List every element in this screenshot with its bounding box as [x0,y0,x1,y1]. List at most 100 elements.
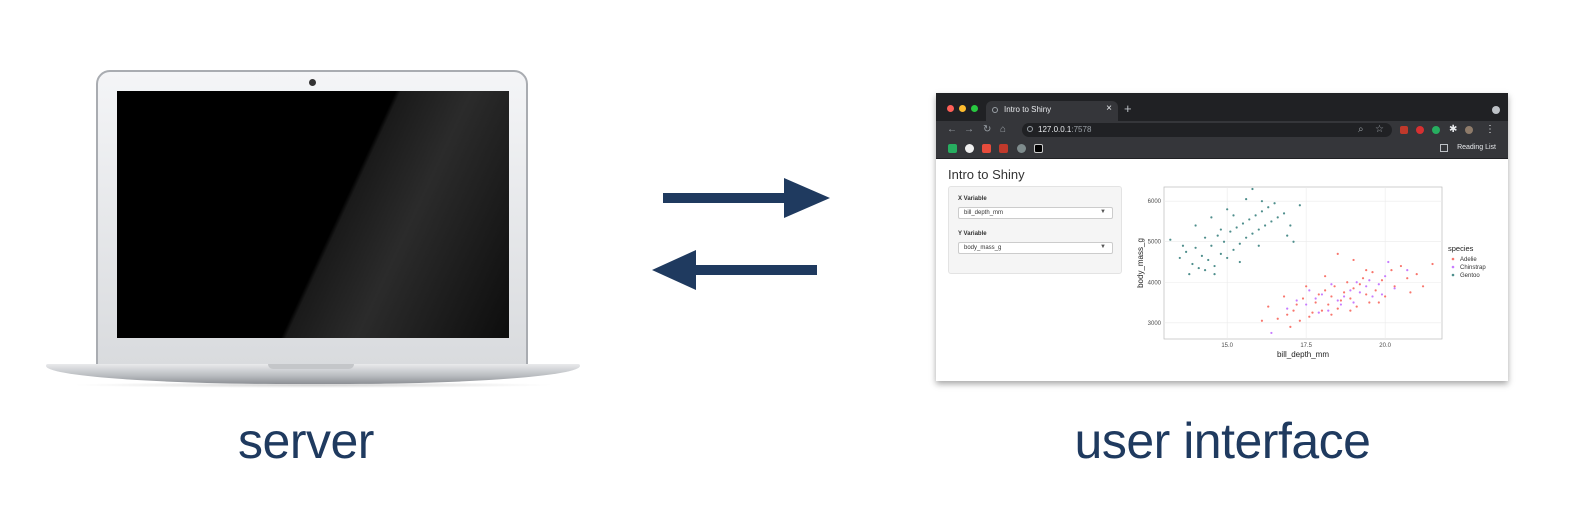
plot-panel [1163,186,1443,340]
bookmark-star-icon[interactable]: ☆ [1375,124,1384,136]
data-point-chinstrap [1365,285,1368,288]
data-point-gentoo [1213,264,1216,268]
bookmark-icon-dark-red[interactable] [999,144,1008,153]
data-point-gentoo [1216,234,1219,237]
data-point-adelie [1355,305,1358,308]
data-point-gentoo [1289,224,1292,227]
y-variable-select[interactable]: body_mass_g ▼ [958,242,1113,254]
puzzle-icon[interactable]: ✱ [1449,124,1457,136]
data-point-adelie [1393,285,1396,288]
data-point-gentoo [1298,204,1301,207]
data-point-gentoo [1226,256,1229,260]
data-point-adelie [1260,319,1264,322]
address-bar[interactable]: 127.0.0.1:7578 ⌕ ☆ [1022,123,1392,137]
extension-icon-1[interactable] [1400,126,1408,134]
new-tab-icon[interactable]: + [1124,102,1132,115]
extension-icon-2[interactable] [1416,126,1424,134]
data-point-adelie [1361,277,1365,280]
legend-title: species [1448,244,1474,253]
data-point-adelie [1276,317,1279,320]
bookmarks-bar: Reading List [936,139,1508,159]
data-point-gentoo [1248,218,1251,221]
data-point-chinstrap [1270,331,1273,335]
minimize-window-icon[interactable] [959,105,966,112]
zoom-icon[interactable]: ⌕ [1358,124,1364,136]
home-icon[interactable]: ⌂ [1000,124,1006,136]
data-point-chinstrap [1368,279,1371,282]
more-menu-icon[interactable]: ⋮ [1485,124,1495,136]
data-point-adelie [1295,303,1298,306]
bookmark-icon-b[interactable] [948,144,957,153]
legend-label-chinstrap: Chinstrap [1460,265,1486,271]
data-point-chinstrap [1317,311,1320,314]
chevron-down-icon: ▼ [1100,209,1106,215]
browser-tab-bar: Intro to Shiny × + [936,93,1508,121]
tab-title: Intro to Shiny [1004,105,1052,114]
data-point-chinstrap [1380,293,1384,296]
data-point-gentoo [1257,244,1260,247]
data-point-adelie [1301,297,1305,300]
data-point-adelie [1336,252,1339,255]
github-icon[interactable] [965,144,974,153]
data-point-gentoo [1203,236,1207,239]
data-point-gentoo [1229,230,1232,233]
sidebar-panel: X Variable bill_depth_mm ▼ Y Variable bo… [948,186,1122,274]
data-point-adelie [1406,277,1409,280]
bookmark-icon-arrow[interactable] [1034,144,1043,153]
data-point-chinstrap [1286,307,1289,310]
back-icon[interactable]: ← [947,124,957,136]
data-point-gentoo [1191,262,1194,266]
url-port: :7578 [1071,125,1092,134]
data-point-adelie [1352,287,1355,290]
profile-menu-icon[interactable] [1492,106,1500,114]
data-point-gentoo [1194,224,1197,227]
maximize-window-icon[interactable] [971,105,978,112]
browser-tab[interactable]: Intro to Shiny × [986,101,1118,121]
reload-icon[interactable]: ↻ [983,124,991,136]
data-point-gentoo [1276,216,1279,219]
data-point-adelie [1346,281,1349,284]
globe-icon [992,107,998,113]
close-window-icon[interactable] [947,105,954,112]
data-point-adelie [1371,271,1374,274]
server-caption: server [238,413,374,469]
avatar[interactable] [1465,126,1473,134]
data-point-adelie [1415,273,1418,276]
data-point-adelie [1314,301,1317,304]
data-point-gentoo [1207,258,1210,262]
data-point-gentoo [1241,222,1245,225]
info-icon[interactable] [1027,126,1033,132]
browser-window: Intro to Shiny × + ← → ↻ ⌂ 127.0.0.1:757… [936,93,1508,381]
data-point-gentoo [1219,228,1222,231]
forward-icon[interactable]: → [964,124,974,136]
data-point-gentoo [1210,244,1213,247]
data-point-gentoo [1219,252,1222,255]
data-point-adelie [1289,325,1292,328]
tab-close-icon[interactable]: × [1106,103,1112,114]
bookmark-icon-red[interactable] [982,144,991,153]
data-point-gentoo [1267,206,1270,209]
extension-icon-3[interactable] [1432,126,1440,134]
y-tick-label: 5000 [1148,240,1162,246]
x-variable-value: bill_depth_mm [964,210,1004,216]
browser-toolbar: ← → ↻ ⌂ 127.0.0.1:7578 ⌕ ☆ ✱ ⋮ [936,121,1508,139]
x-variable-select[interactable]: bill_depth_mm ▼ [958,207,1113,219]
data-point-gentoo [1270,220,1273,223]
data-point-adelie [1330,295,1333,298]
data-point-gentoo [1251,232,1254,235]
data-point-gentoo [1282,212,1286,215]
data-point-adelie [1317,293,1320,296]
scatter-plot: 15.0 17.5 20.0 3000 4000 5000 6000 bill_depth_… [1136,186,1486,359]
data-point-adelie [1286,313,1289,316]
reading-list-link[interactable]: Reading List [1457,144,1496,151]
legend: Adelie Chinstrap Gentoo [1451,257,1486,279]
data-point-adelie [1352,258,1355,262]
data-point-adelie [1267,305,1270,308]
data-point-adelie [1282,295,1286,298]
data-point-gentoo [1188,273,1191,276]
data-point-gentoo [1273,202,1276,205]
x-tick-label: 17.5 [1300,343,1312,349]
data-point-adelie [1365,293,1368,296]
bookmark-icon-grey[interactable] [1017,144,1026,153]
data-point-chinstrap [1305,303,1308,306]
